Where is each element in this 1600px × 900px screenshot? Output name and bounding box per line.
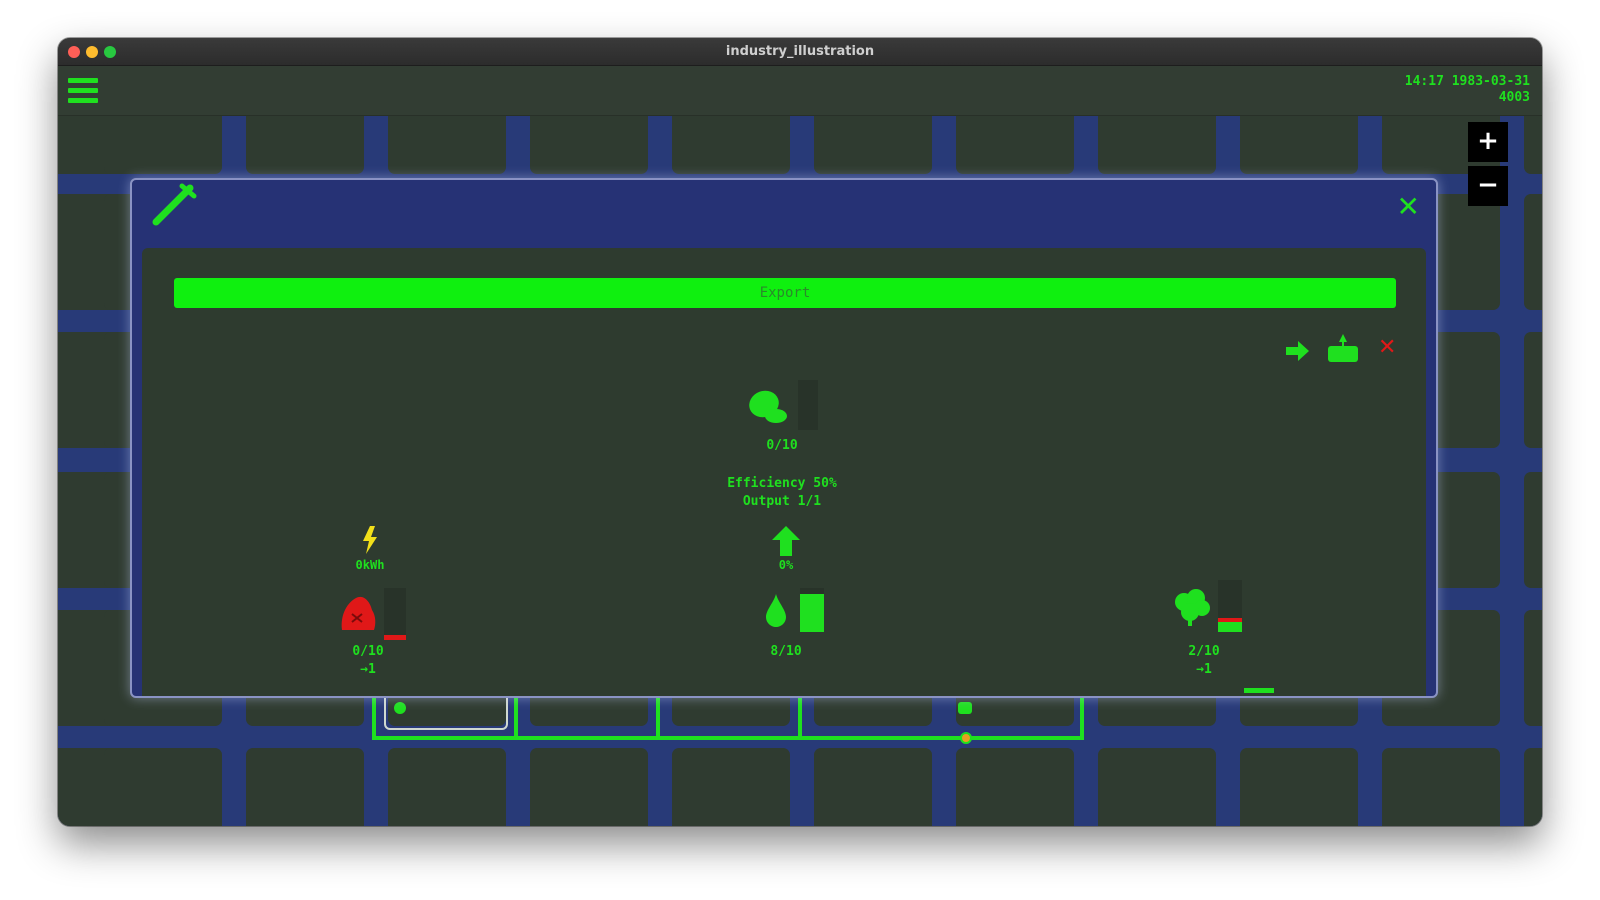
map-tile[interactable] [956, 116, 1074, 174]
window-title: industry_illustration [725, 44, 875, 59]
power-value: 0kWh [355, 558, 385, 572]
map-tile[interactable] [1524, 472, 1542, 588]
zoom-in-button[interactable]: + [1468, 122, 1508, 162]
cotton-stock-meter [1218, 580, 1242, 632]
lift-icon[interactable] [1326, 334, 1360, 364]
water-drop-icon [766, 594, 786, 627]
game-time: 14:17 1983-03-31 [1404, 74, 1530, 89]
map-tile[interactable] [1240, 748, 1358, 826]
ore-pile-icon [341, 596, 376, 630]
cotton-icon [1175, 589, 1210, 626]
map-tile[interactable] [1524, 194, 1542, 310]
status-readout: 14:17 1983-03-31 4003 [1405, 74, 1530, 106]
water-amount: 8/10 [770, 644, 802, 659]
money-counter: 4003 [1498, 90, 1530, 105]
map-tile[interactable] [246, 116, 364, 174]
ore-stock-meter [384, 588, 406, 640]
map-tile[interactable] [530, 116, 648, 174]
game-window: industry_illustration 14:17 1983-03-31 4… [58, 38, 1542, 826]
map-tile[interactable] [1240, 116, 1358, 174]
map-tile[interactable] [246, 748, 364, 826]
building-marker-icon [958, 702, 972, 714]
station-node-icon[interactable] [960, 732, 972, 744]
map-tile[interactable] [1524, 116, 1542, 174]
building-marker-icon [394, 702, 406, 714]
map-tile[interactable] [1524, 610, 1542, 726]
product-crate-icon [749, 390, 787, 423]
export-button[interactable]: Export [174, 278, 1396, 308]
delete-x-icon[interactable]: ✕ [1378, 336, 1396, 360]
map-tile[interactable] [104, 116, 222, 174]
ore-amount: 0/10 [352, 644, 384, 659]
rail-segment [1080, 698, 1084, 740]
map-tile[interactable] [1382, 748, 1500, 826]
factory-dialog: ✕ Export ✕ 0/10 Efficiency 50% Output 1/… [130, 178, 1438, 698]
dialog-body: Export ✕ 0/10 Efficiency 50% Output 1/1 [142, 248, 1426, 696]
rail-segment [656, 698, 660, 740]
map-tile[interactable] [1524, 748, 1542, 826]
map-tile[interactable] [388, 748, 506, 826]
cotton-stock-cap [1218, 618, 1242, 622]
lightning-icon [363, 526, 377, 554]
product-amount: 0/10 [766, 438, 798, 453]
map-tile[interactable] [814, 116, 932, 174]
rail-segment [798, 698, 802, 740]
arrow-right-icon[interactable] [1286, 340, 1310, 362]
map-tile[interactable] [672, 748, 790, 826]
map-tile[interactable] [814, 748, 932, 826]
cotton-amount: 2/10 [1188, 644, 1220, 659]
zoom-out-button[interactable]: − [1468, 166, 1508, 206]
map-tile[interactable] [530, 748, 648, 826]
partial-bar [1244, 688, 1274, 693]
cotton-rate: →1 [1196, 662, 1212, 677]
rail-line [372, 736, 1084, 740]
map-tile[interactable] [1098, 116, 1216, 174]
map-tile[interactable] [104, 748, 222, 826]
hamburger-menu-icon[interactable] [68, 78, 98, 104]
close-icon[interactable]: ✕ [1397, 192, 1420, 222]
map-tile[interactable] [956, 748, 1074, 826]
arrow-up-icon[interactable] [772, 526, 800, 556]
cotton-stock-fill [1218, 622, 1242, 632]
water-stock-fill [800, 594, 824, 632]
map-tile[interactable] [1098, 748, 1216, 826]
map-tile[interactable] [1524, 332, 1542, 448]
rail-segment [372, 698, 376, 740]
top-bar: 14:17 1983-03-31 4003 [58, 66, 1542, 116]
upgrade-value: 0% [778, 558, 794, 572]
product-stock-meter [798, 380, 818, 430]
output-text: Output 1/1 [742, 494, 822, 509]
water-stock-meter [800, 588, 824, 632]
ore-stock-fill [384, 635, 406, 640]
map-tile[interactable] [388, 116, 506, 174]
title-bar: industry_illustration [58, 38, 1542, 66]
hammer-icon [152, 183, 197, 226]
ore-rate: →1 [360, 662, 376, 677]
rail-segment [514, 698, 518, 740]
efficiency-text: Efficiency 50% [727, 476, 837, 491]
map-tile[interactable] [672, 116, 790, 174]
